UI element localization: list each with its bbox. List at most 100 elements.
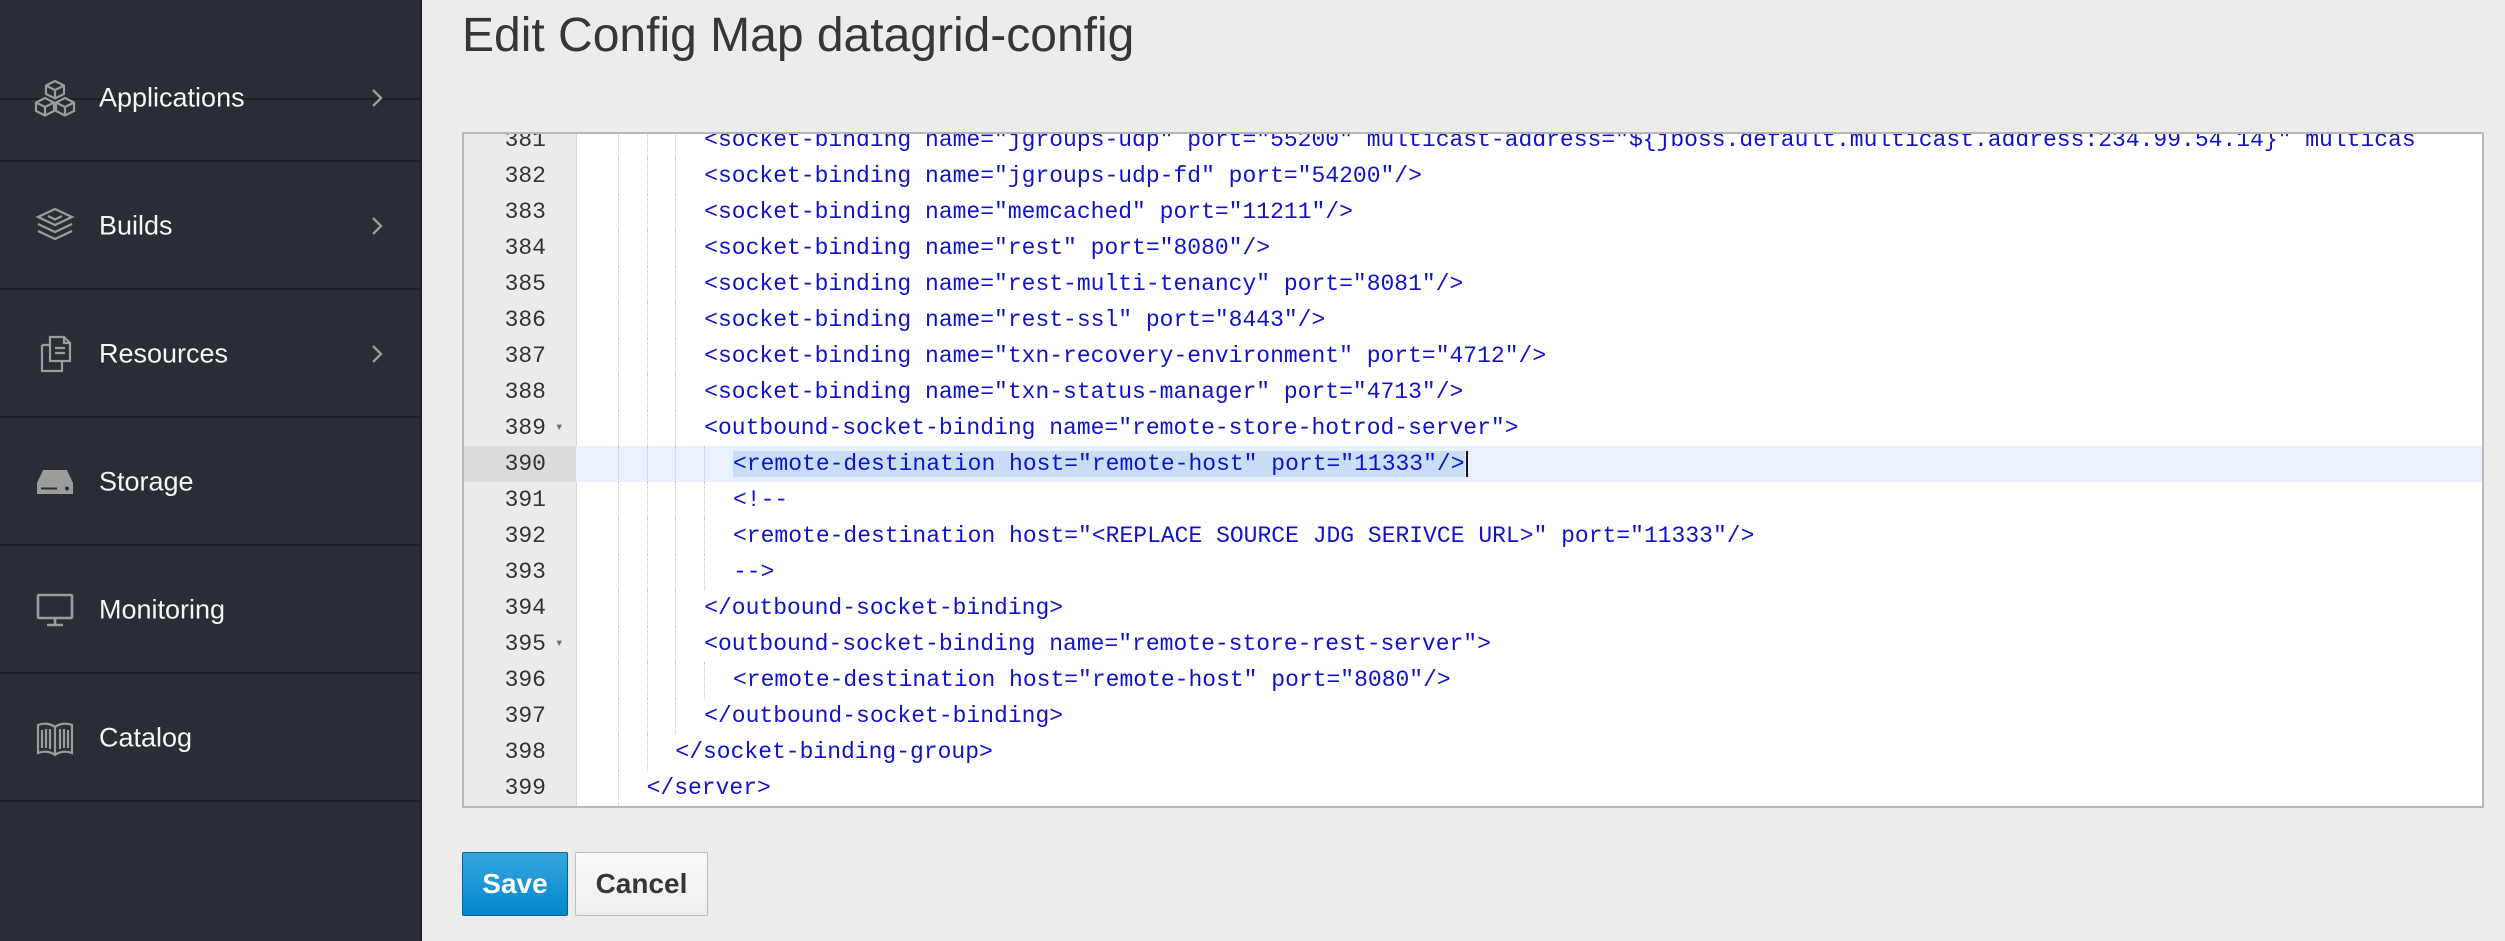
indent-guide [646, 590, 648, 626]
indent-guide [617, 662, 619, 698]
code-text: <socket-binding name="rest" port="8080"/… [704, 235, 1271, 261]
code-text: --> [733, 559, 775, 585]
sidebar-nav: Applications Builds Resources Storage Mo… [0, 0, 422, 941]
indent-guide [646, 338, 648, 374]
code-text: <remote-destination host="remote-host" p… [733, 446, 1468, 482]
code-line[interactable]: 386 <socket-binding name="rest-ssl" port=… [464, 302, 2482, 338]
indent-guide [617, 482, 619, 518]
indent-guide [704, 446, 706, 482]
code-line[interactable]: 388 <socket-binding name="txn-status-mana… [464, 374, 2482, 410]
indent-guide [675, 302, 677, 338]
code-text: <remote-destination host="<REPLACE SOURC… [733, 523, 1755, 549]
code-line[interactable]: 392 <remote-destination host="<REPLACE SO… [464, 518, 2482, 554]
indent-guide [675, 626, 677, 662]
code-text: </server> [646, 775, 771, 801]
fold-toggle-icon[interactable]: ▾ [555, 626, 567, 662]
sidebar-item-storage[interactable]: Storage [0, 420, 420, 546]
code-line[interactable]: 390 <remote-destination host="remote-host… [464, 446, 2482, 482]
indent-guide [617, 590, 619, 626]
code-line[interactable]: 399 </server> [464, 770, 2482, 806]
sidebar-item-label: Storage [99, 466, 194, 497]
line-number: 396 [504, 667, 546, 693]
indent-guide [617, 374, 619, 410]
sidebar-item-label: Applications [99, 82, 245, 113]
code-line[interactable]: 381 <socket-binding name="jgroups-udp" po… [464, 132, 2482, 158]
code-text: <outbound-socket-binding name="remote-st… [704, 415, 1519, 441]
indent-guide [646, 626, 648, 662]
code-text: <socket-binding name="jgroups-udp-fd" po… [704, 163, 1422, 189]
indent-guide [675, 194, 677, 230]
indent-guide [646, 518, 648, 554]
line-number: 397 [504, 703, 546, 729]
storage-drive-icon [34, 461, 76, 503]
text-cursor [1465, 450, 1468, 477]
indent-guide [646, 734, 648, 770]
layers-icon [34, 205, 76, 247]
indent-guide [617, 266, 619, 302]
indent-guide [675, 338, 677, 374]
code-line[interactable]: 382 <socket-binding name="jgroups-udp-fd"… [464, 158, 2482, 194]
indent-guide [675, 158, 677, 194]
indent-guide [617, 734, 619, 770]
indent-guide [675, 374, 677, 410]
code-line[interactable]: 398 </socket-binding-group> [464, 734, 2482, 770]
indent-guide [617, 338, 619, 374]
save-button[interactable]: Save [462, 852, 568, 916]
indent-guide [617, 554, 619, 590]
indent-guide [675, 134, 677, 158]
code-text: <socket-binding name="memcached" port="1… [704, 199, 1353, 225]
indent-guide [704, 554, 706, 590]
page-title: Edit Config Map datagrid-config [462, 9, 1135, 62]
sidebar-item-builds[interactable]: Builds [0, 164, 420, 290]
code-line[interactable]: 387 <socket-binding name="txn-recovery-en… [464, 338, 2482, 374]
line-number: 391 [504, 487, 546, 513]
code-text: <socket-binding name="rest-ssl" port="84… [704, 307, 1326, 333]
line-number: 398 [504, 739, 546, 765]
fold-toggle-icon[interactable]: ▾ [555, 410, 567, 446]
indent-guide [646, 662, 648, 698]
indent-guide [675, 554, 677, 590]
code-line[interactable]: 385 <socket-binding name="rest-multi-tena… [464, 266, 2482, 302]
indent-guide [646, 374, 648, 410]
code-text: </outbound-socket-binding> [704, 595, 1064, 621]
code-line[interactable]: 383 <socket-binding name="memcached" port… [464, 194, 2482, 230]
line-number: 393 [504, 559, 546, 585]
selected-text: <remote-destination host="remote-host" p… [733, 451, 1465, 477]
line-number: 381 [504, 132, 546, 153]
cancel-button[interactable]: Cancel [575, 852, 708, 916]
sidebar-item-applications[interactable]: Applications [0, 36, 420, 162]
code-line[interactable]: 393 --> [464, 554, 2482, 590]
indent-guide [646, 302, 648, 338]
line-number: 390 [464, 446, 576, 482]
code-line[interactable]: 395 ▾ <outbound-socket-binding name="remot… [464, 626, 2482, 662]
indent-guide [646, 410, 648, 446]
indent-guide [646, 482, 648, 518]
sidebar-item-monitoring[interactable]: Monitoring [0, 548, 420, 674]
indent-guide [646, 446, 648, 482]
line-number: 388 [504, 379, 546, 405]
chevron-right-icon [372, 345, 383, 363]
indent-guide [675, 698, 677, 734]
code-line[interactable]: 397 </outbound-socket-binding> [464, 698, 2482, 734]
code-line[interactable]: 396 <remote-destination host="remote-host… [464, 662, 2482, 698]
indent-guide [617, 518, 619, 554]
line-number: 385 [504, 271, 546, 297]
code-line[interactable]: 391 <!-- [464, 482, 2482, 518]
code-line[interactable]: 384 <socket-binding name="rest" port="808… [464, 230, 2482, 266]
code-editor[interactable]: 381 <socket-binding name="jgroups-udp" po… [462, 132, 2484, 808]
indent-guide [617, 698, 619, 734]
sidebar-item-label: Monitoring [99, 594, 226, 625]
line-number: 392 [504, 523, 546, 549]
indent-guide [675, 266, 677, 302]
sidebar-item-resources[interactable]: Resources [0, 292, 420, 418]
indent-guide [617, 446, 619, 482]
indent-guide [617, 158, 619, 194]
line-number: 382 [504, 163, 546, 189]
code-line[interactable]: 389 ▾ <outbound-socket-binding name="remot… [464, 410, 2482, 446]
sidebar-item-catalog[interactable]: Catalog [0, 676, 420, 802]
code-text: <socket-binding name="rest-multi-tenancy… [704, 271, 1464, 297]
line-number: 383 [504, 199, 546, 225]
code-line[interactable]: 394 </outbound-socket-binding> [464, 590, 2482, 626]
code-text: <!-- [733, 487, 789, 513]
code-text: <socket-binding name="txn-recovery-envir… [704, 343, 1547, 369]
